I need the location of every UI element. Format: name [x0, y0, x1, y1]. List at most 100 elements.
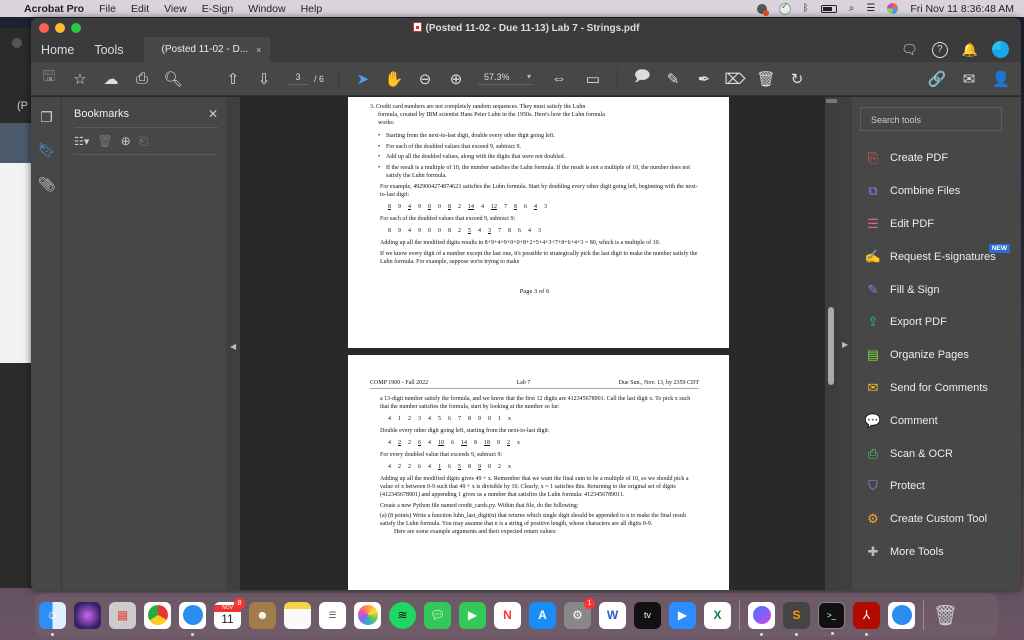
bluetooth-icon[interactable]: ᛒ [803, 3, 809, 14]
menu-file[interactable]: File [99, 3, 116, 15]
tool-fill-sign[interactable]: ✎ Fill & Sign [860, 273, 1013, 306]
tool-request-e-signatures[interactable]: ✍ Request E-signatures NEW [860, 240, 1013, 273]
new-bookmark-icon[interactable]: ⊕ [121, 134, 131, 148]
add-comment-icon[interactable]: 🗩 [632, 68, 652, 89]
vertical-scrollbar[interactable] [825, 97, 838, 590]
close-tab-button[interactable]: × [256, 45, 261, 55]
dock-contacts[interactable]: ☻ [249, 601, 276, 629]
add-user-icon[interactable]: 👤 [991, 69, 1011, 89]
dock-facetime[interactable]: ▶ [459, 601, 486, 629]
dock-zoom[interactable]: ▶ [669, 601, 696, 629]
save-icon[interactable]: 🖫 [39, 68, 59, 89]
draw-signature-icon[interactable]: ✒ [694, 69, 714, 89]
spotlight-search-icon[interactable]: ⌕ [849, 3, 855, 14]
dock-notes[interactable] [284, 601, 311, 629]
share-feedback-icon[interactable]: 🗨 [901, 42, 918, 58]
fit-page-icon[interactable]: ⇔ [549, 69, 569, 89]
bookmark-options-icon[interactable]: ☷▾ [74, 135, 89, 148]
previous-page-button[interactable]: ⇧ [223, 69, 243, 89]
dock-spotify[interactable]: ≋ [389, 601, 416, 629]
find-text-icon[interactable]: 🔍︎ [163, 69, 183, 89]
document-view[interactable]: 3. Credit card numbers are not completel… [240, 97, 825, 590]
dock-app-store[interactable]: A [529, 601, 556, 629]
dock-excel[interactable]: X [704, 601, 731, 629]
tool-combine-files[interactable]: ⧉ Combine Files [860, 175, 1013, 208]
zoom-in-button[interactable]: ⊕ [446, 69, 466, 89]
dock-messages[interactable]: 💬︎ [424, 601, 451, 629]
delete-icon[interactable]: 🗑 [756, 69, 776, 89]
siri-icon[interactable] [887, 3, 899, 14]
tab-home[interactable]: Home [31, 37, 84, 62]
close-bookmarks-button[interactable]: ✕ [208, 107, 218, 121]
menu-esign[interactable]: E-Sign [202, 3, 234, 15]
tool-organize-pages[interactable]: ▤ Organize Pages [860, 339, 1013, 372]
scrolling-mode-icon[interactable]: ▭ [583, 69, 603, 89]
dock-reminders[interactable]: ☰ [319, 601, 346, 629]
tab-document[interactable]: (Posted 11-02 - D... × [143, 37, 270, 62]
share-link-icon[interactable]: 🔗 [927, 69, 947, 89]
menu-help[interactable]: Help [301, 3, 323, 15]
dock-acrobat[interactable]: ⅄ [853, 601, 880, 636]
page-thumbnails-icon[interactable]: ❐ [38, 109, 55, 126]
stamp-icon[interactable]: ⌦ [724, 69, 745, 89]
dock-terminal[interactable]: >_ [818, 601, 845, 635]
creative-cloud-status-icon[interactable] [756, 3, 769, 16]
dock-safari[interactable] [179, 601, 206, 636]
menu-view[interactable]: View [164, 3, 187, 15]
collapse-right-panel-icon[interactable]: ▶ [842, 340, 848, 349]
dock-calendar[interactable]: NOV 11 8 [214, 597, 245, 629]
dock-safari-download[interactable] [888, 601, 915, 629]
tab-tools[interactable]: Tools [84, 37, 133, 62]
user-avatar[interactable] [992, 41, 1009, 58]
dock-word[interactable]: W [599, 601, 626, 629]
dock-launchpad[interactable]: ▦ [109, 601, 136, 629]
expand-bookmark-icon[interactable]: ⎗ [139, 134, 149, 149]
dock-sublime-text[interactable]: S [783, 601, 810, 636]
print-icon[interactable]: ⎙ [132, 69, 152, 89]
control-center-icon[interactable]: ☰ [866, 3, 875, 14]
dock-finder[interactable]: ☺ [39, 601, 66, 636]
upload-cloud-icon[interactable]: ☁ [101, 69, 121, 89]
bookmarks-icon[interactable]: 🔖︎ [38, 142, 56, 159]
notifications-bell-icon[interactable]: 🔔 [962, 42, 978, 58]
dock-photos[interactable] [354, 601, 381, 629]
tool-create-custom-tool[interactable]: ⚙ Create Custom Tool [860, 503, 1013, 536]
right-panel-splitter[interactable]: ▶ [838, 97, 852, 590]
tool-export-pdf[interactable]: ⇪ Export PDF [860, 306, 1013, 339]
tool-create-pdf[interactable]: ⎘ Create PDF [860, 142, 1013, 175]
zoom-out-button[interactable]: ⊖ [415, 69, 435, 89]
delete-bookmark-icon[interactable]: 🗑 [97, 134, 112, 148]
current-page-input[interactable]: 3 [288, 72, 308, 85]
background-window[interactable]: (P [0, 28, 32, 588]
tool-comment[interactable]: 💬 Comment [860, 404, 1013, 437]
email-icon[interactable]: ✉ [959, 69, 979, 89]
bookmark-star-icon[interactable]: ☆ [70, 69, 90, 89]
dock-chrome[interactable] [144, 601, 171, 629]
dock-news[interactable]: N [494, 601, 521, 629]
menu-app-name[interactable]: Acrobat Pro [24, 3, 84, 15]
battery-icon[interactable] [820, 4, 837, 13]
tool-more-tools[interactable]: ✚ More Tools [860, 536, 1013, 569]
menu-bar-clock[interactable]: Fri Nov 11 8:36:48 AM [910, 3, 1014, 15]
dock-trash[interactable]: 🗑 [932, 602, 959, 629]
highlight-pen-icon[interactable]: ✎ [663, 69, 683, 89]
search-tools-input[interactable]: Search tools [860, 107, 1002, 131]
collapse-left-panel-icon[interactable]: ◀ [230, 342, 236, 351]
tool-send-for-comments[interactable]: ✉ Send for Comments [860, 372, 1013, 405]
next-page-button[interactable]: ⇩ [254, 69, 274, 89]
tool-protect[interactable]: ⛉ Protect [860, 470, 1013, 503]
menu-window[interactable]: Window [248, 3, 285, 15]
help-icon[interactable]: ? [931, 41, 948, 58]
grammarly-status-icon[interactable] [778, 1, 791, 15]
attachments-paperclip-icon[interactable]: 📎︎ [38, 176, 56, 193]
dock-apple-tv[interactable]: tv [634, 601, 661, 629]
dock-system-preferences[interactable]: ⚙ 1 [564, 597, 595, 629]
scrollbar-thumb[interactable] [828, 307, 834, 385]
select-tool-icon[interactable]: ➤ [353, 69, 373, 89]
dock-siri[interactable] [74, 601, 101, 629]
dock-messenger[interactable] [748, 601, 775, 636]
menu-edit[interactable]: Edit [131, 3, 149, 15]
tool-edit-pdf[interactable]: ☰ Edit PDF [860, 208, 1013, 241]
tool-scan-ocr[interactable]: ⎙ Scan & OCR [860, 437, 1013, 470]
left-panel-splitter[interactable]: ◀ [226, 97, 240, 590]
